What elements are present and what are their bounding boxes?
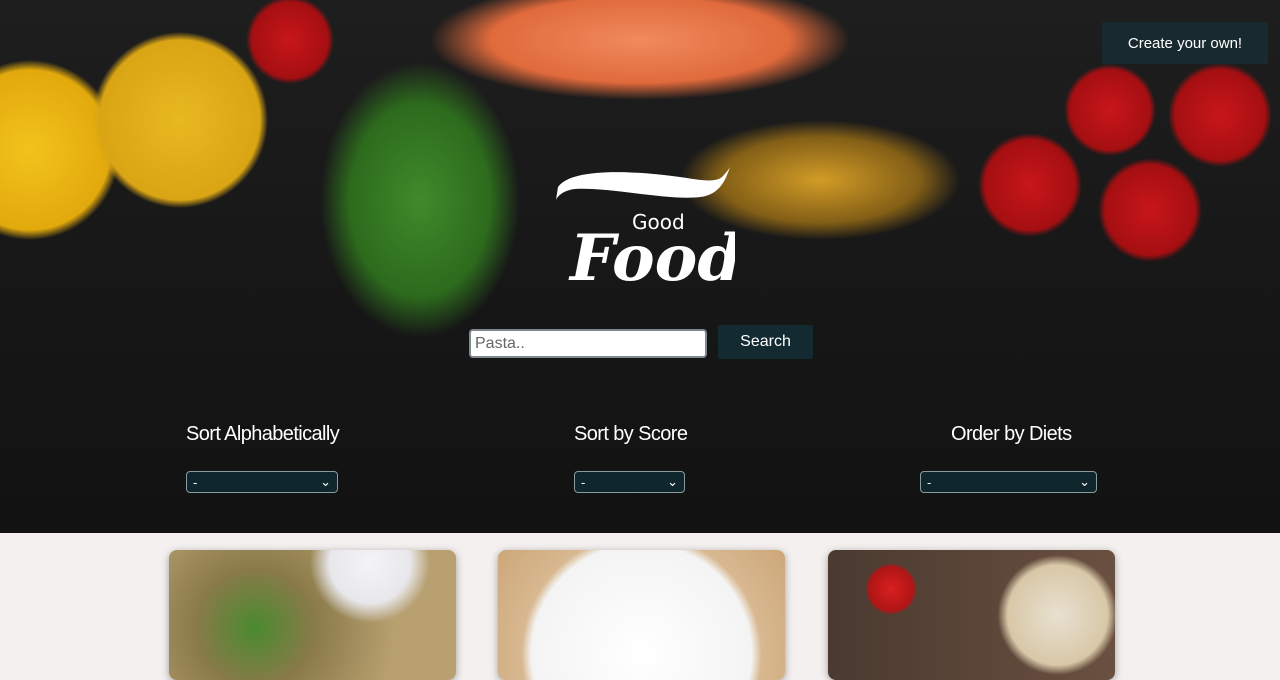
recipe-card[interactable] — [169, 550, 456, 680]
chevron-down-icon: ⌄ — [1079, 474, 1090, 489]
hero-banner: Create your own! Good Food Search Sort A… — [0, 0, 1280, 533]
recipe-card[interactable] — [498, 550, 785, 680]
selected-value: - — [581, 474, 586, 490]
good-food-logo: Good Food — [556, 167, 735, 290]
search-button[interactable]: Search — [718, 325, 813, 359]
sort-by-score-select[interactable]: - ⌄ — [574, 471, 685, 493]
search-input[interactable] — [469, 329, 707, 358]
sort-alphabetically-select[interactable]: - ⌄ — [186, 471, 338, 493]
create-your-own-button[interactable]: Create your own! — [1102, 22, 1268, 64]
order-by-diets-label: Order by Diets — [951, 423, 1072, 445]
recipe-card[interactable] — [828, 550, 1115, 680]
chevron-down-icon: ⌄ — [320, 474, 331, 489]
svg-text:Food: Food — [568, 221, 735, 290]
sort-by-score-label: Sort by Score — [574, 423, 688, 445]
chevron-down-icon: ⌄ — [667, 474, 678, 489]
sort-alphabetically-label: Sort Alphabetically — [186, 423, 340, 445]
selected-value: - — [193, 474, 198, 490]
selected-value: - — [927, 474, 932, 490]
order-by-diets-select[interactable]: - ⌄ — [920, 471, 1097, 493]
